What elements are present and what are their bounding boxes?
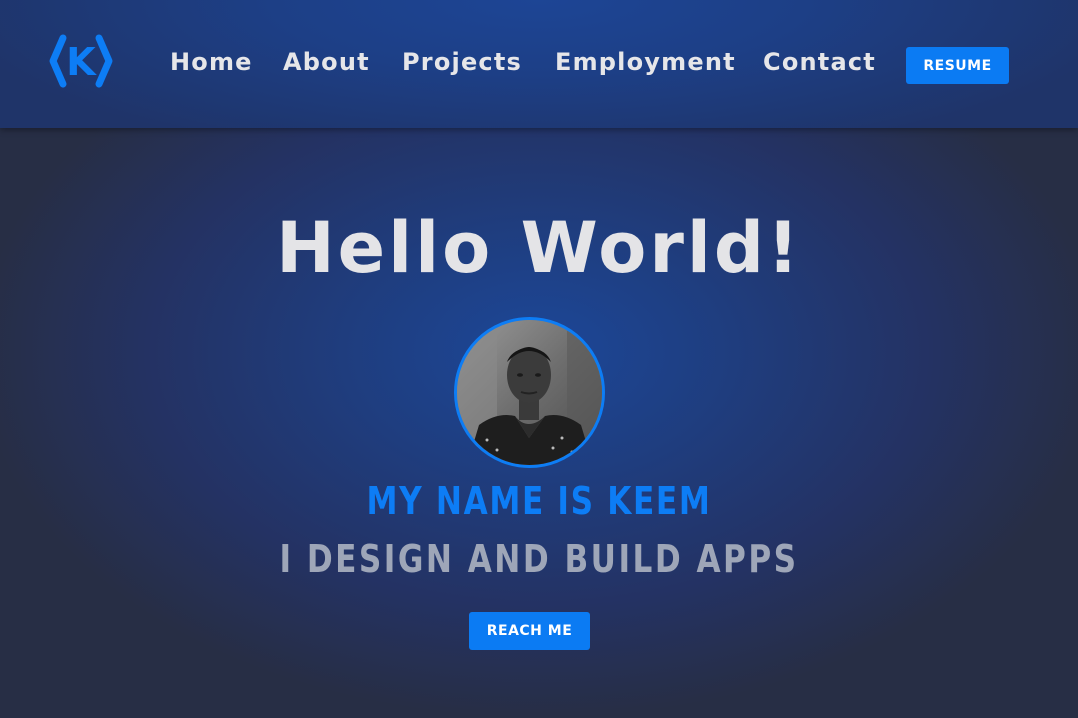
hero-section: Hello World! MY NAME IS KEEM I DESIGN AN…: [0, 128, 1078, 718]
hero-tagline: I DESIGN AND BUILD APPS: [279, 537, 799, 581]
nav-link-home[interactable]: Home: [170, 48, 253, 76]
reach-me-button[interactable]: REACH ME: [469, 612, 590, 650]
profile-photo: [457, 320, 602, 465]
navbar: K Home About Projects Employment Contact…: [0, 0, 1078, 128]
resume-button[interactable]: RESUME: [906, 47, 1009, 84]
nav-link-about[interactable]: About: [283, 48, 370, 76]
nav-link-employment[interactable]: Employment: [555, 48, 736, 76]
nav-link-contact[interactable]: Contact: [763, 48, 876, 76]
hero-name: MY NAME IS KEEM: [366, 479, 712, 523]
logo-letter: K: [66, 40, 97, 84]
avatar: [454, 317, 605, 468]
logo-icon[interactable]: K: [49, 32, 113, 90]
hero-title: Hello World!: [276, 207, 802, 289]
nav-link-projects[interactable]: Projects: [402, 48, 522, 76]
